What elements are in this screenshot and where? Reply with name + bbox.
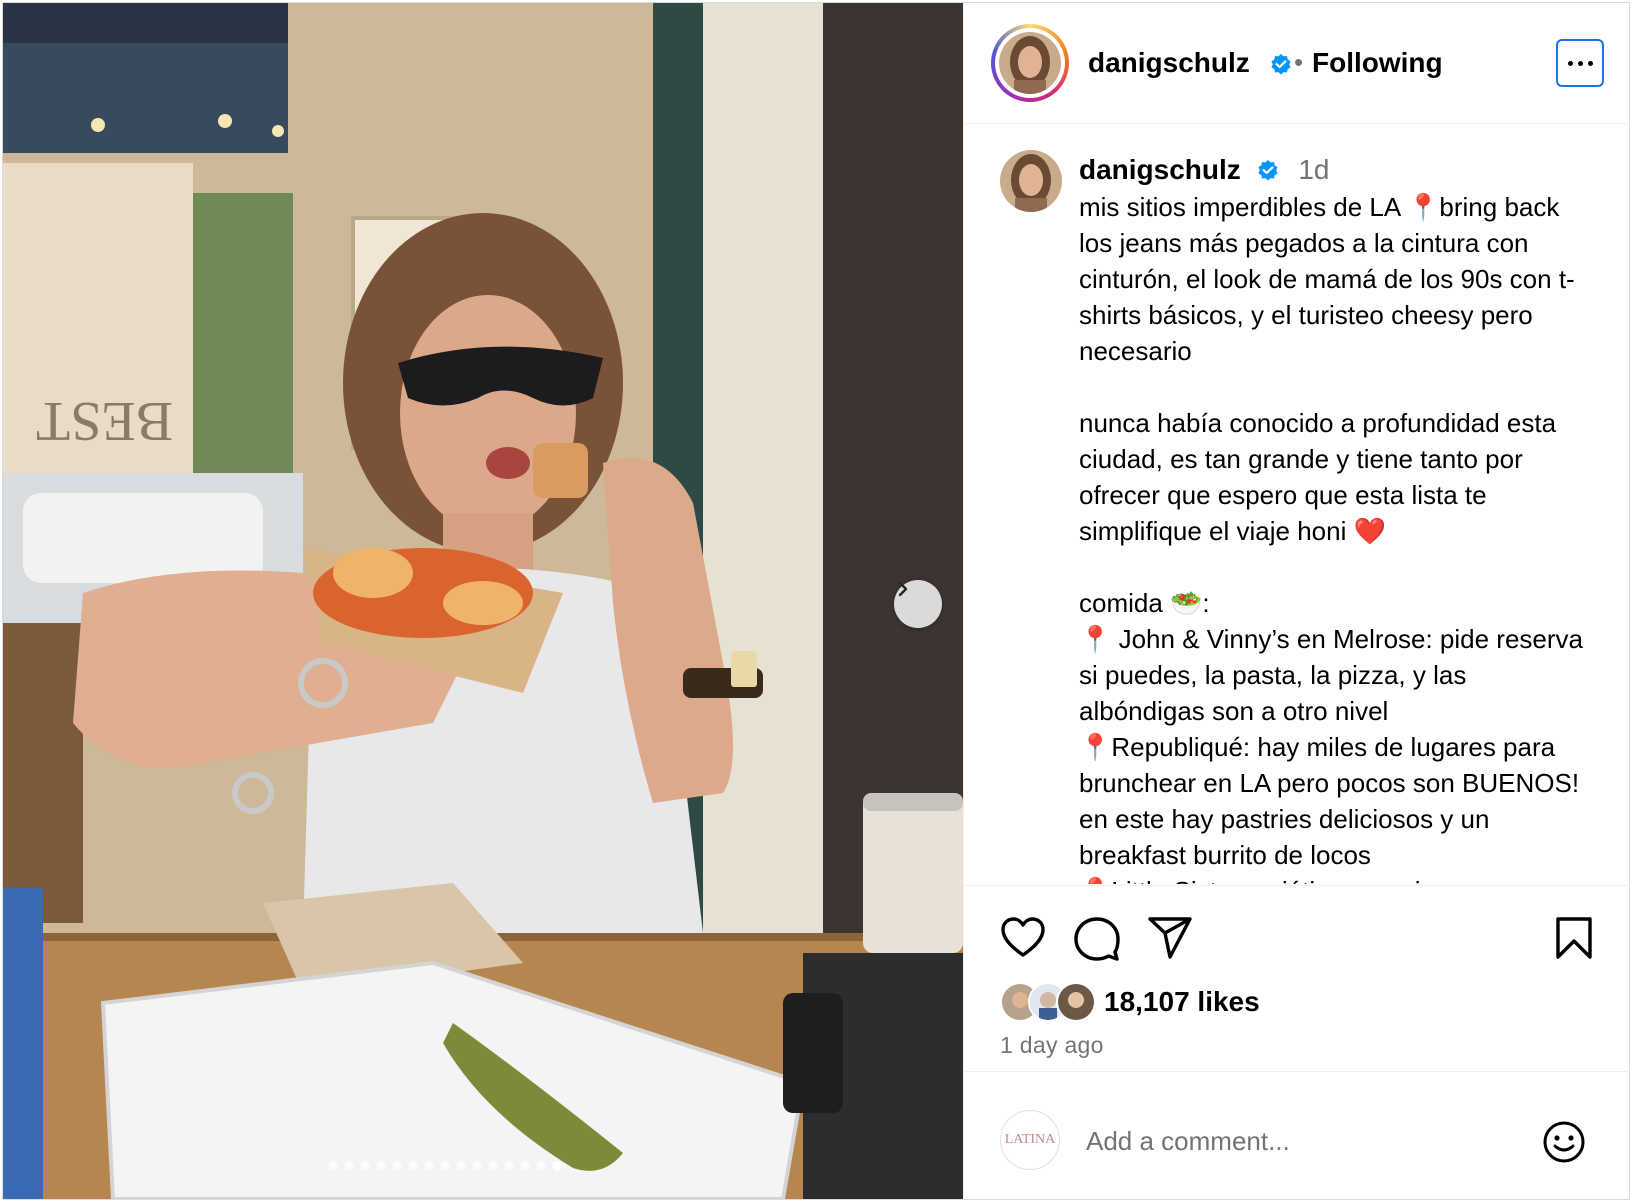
header-separator: • [1294, 47, 1304, 77]
post-dialog: BEST danigschulz • Following danigschulz… [2, 2, 1630, 1200]
caption-segment: comida 🥗: [1079, 588, 1210, 618]
avatar [1056, 982, 1096, 1022]
carousel-dot [408, 1161, 418, 1171]
post-sidebar: danigschulz • Following danigschulz 1d m… [963, 3, 1630, 1199]
likes-row[interactable]: 18,107 likes [1000, 982, 1260, 1022]
carousel-dot [424, 1161, 434, 1171]
carousel-dot [552, 1161, 562, 1171]
caption-segment: bring back los jeans más pegados a la ci… [1079, 192, 1575, 546]
more-options-button[interactable] [1556, 39, 1604, 87]
comment-bar: LATINA [964, 1071, 1630, 1200]
carousel-dot [456, 1161, 466, 1171]
bookmark-icon[interactable] [1554, 916, 1594, 960]
emoji-icon[interactable] [1542, 1120, 1586, 1164]
carousel-next-button[interactable] [894, 580, 942, 628]
post-photo: BEST [3, 3, 963, 1199]
comment-icon[interactable] [1074, 916, 1120, 962]
share-icon[interactable] [1147, 916, 1193, 960]
caption-segment: John & Vinny’s en Melrose: pide reserva … [1079, 624, 1584, 726]
post-time-long[interactable]: 1 day ago [1000, 1032, 1104, 1059]
following-button[interactable]: Following [1312, 47, 1443, 79]
caption-segment: Republiqué: hay miles de lugares para br… [1079, 732, 1580, 870]
likes-count[interactable]: 18,107 likes [1104, 986, 1260, 1018]
verified-badge-icon [1257, 159, 1278, 181]
post-header: danigschulz • Following [964, 3, 1630, 124]
caption-emoji: 📍 [1079, 876, 1111, 884]
caption-emoji: ❤️ [1353, 516, 1386, 546]
carousel-dot [392, 1161, 402, 1171]
caption-emoji: 📍 [1407, 192, 1440, 222]
heart-icon[interactable] [1000, 916, 1046, 958]
caption-segment: mis sitios imperdibles de LA [1079, 192, 1408, 222]
caption-segment: Little Sister: asiática muy rica [1111, 876, 1448, 884]
carousel-dot [440, 1161, 450, 1171]
post-time-short[interactable]: 1d [1298, 154, 1329, 185]
current-user-avatar: LATINA [1000, 1110, 1060, 1170]
story-ring-avatar[interactable] [991, 24, 1069, 102]
avatar[interactable] [1000, 150, 1062, 212]
verified-badge-icon [1271, 54, 1291, 75]
caption-text: mis sitios imperdibles de LA 📍bring back… [1079, 189, 1599, 884]
chevron-right-icon [898, 581, 908, 597]
avatar [999, 32, 1061, 94]
caption-emoji: 📍 [1079, 624, 1112, 654]
carousel-dot [504, 1161, 514, 1171]
carousel-dot [328, 1161, 338, 1171]
carousel-dot [536, 1161, 546, 1171]
post-media[interactable]: BEST [3, 3, 963, 1199]
carousel-dot [520, 1161, 530, 1171]
comment-input[interactable] [1084, 1118, 1508, 1164]
caption-username[interactable]: danigschulz [1079, 154, 1241, 185]
more-options-icon [1567, 60, 1573, 66]
caption-emoji: 📍 [1079, 732, 1112, 762]
carousel-dot [344, 1161, 354, 1171]
post-actions: 18,107 likes 1 day ago [964, 885, 1630, 1072]
carousel-dot [360, 1161, 370, 1171]
caption-header: danigschulz 1d [1079, 154, 1330, 186]
header-username[interactable]: danigschulz [1088, 47, 1250, 79]
carousel-dot [376, 1161, 386, 1171]
carousel-dot [488, 1161, 498, 1171]
carousel-indicator [328, 1161, 562, 1171]
svg-text:BEST: BEST [36, 390, 173, 452]
caption-scroll-area[interactable]: danigschulz 1d mis sitios imperdibles de… [964, 124, 1630, 884]
carousel-dot [472, 1161, 482, 1171]
